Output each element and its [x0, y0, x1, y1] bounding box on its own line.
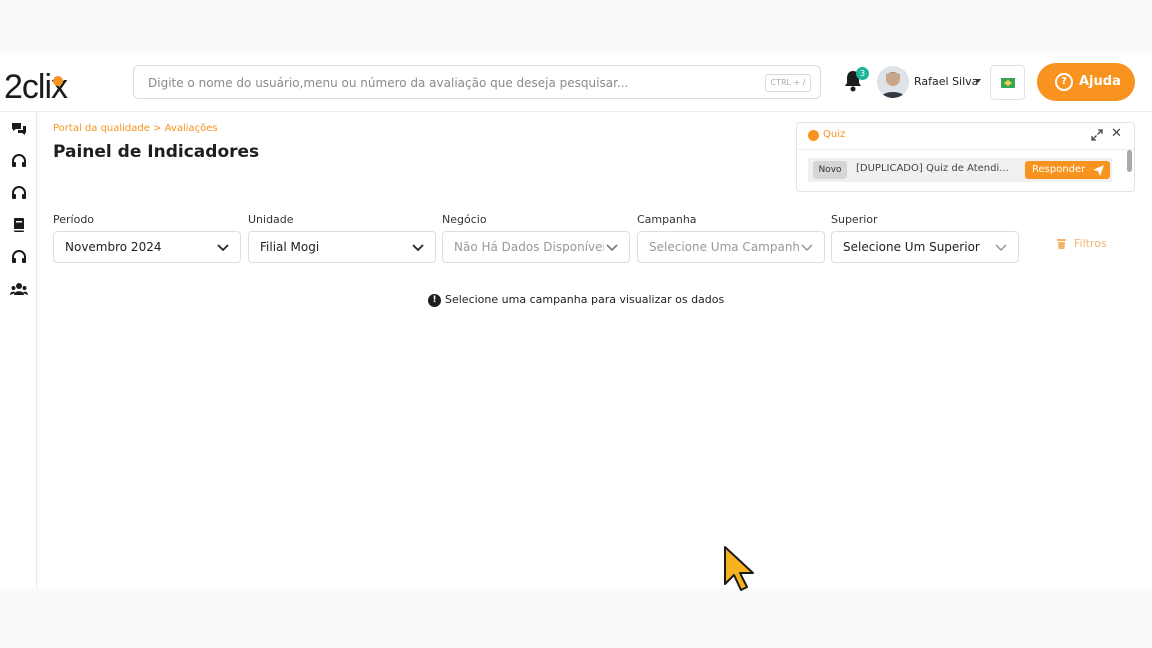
book-icon[interactable]: [10, 216, 28, 234]
search-input[interactable]: [146, 66, 750, 100]
logo[interactable]: 2clix: [4, 67, 84, 107]
superior-select[interactable]: Selecione Um Superior: [831, 231, 1019, 263]
help-label: Ajuda: [1079, 74, 1121, 89]
mouse-cursor-icon: [724, 546, 754, 591]
filter-label: Unidade: [248, 213, 294, 226]
filter-label: Campanha: [637, 213, 697, 226]
help-button[interactable]: ? Ajuda: [1037, 63, 1135, 101]
quiz-icon: [808, 130, 819, 141]
caret-down-icon: [975, 79, 981, 83]
filtros-label: Filtros: [1074, 237, 1107, 250]
chat-icon[interactable]: [10, 120, 28, 138]
quiz-header: Quiz ✕: [797, 123, 1134, 150]
select-value: Filial Mogi: [260, 240, 320, 254]
quiz-panel: Quiz ✕ Novo [DUPLICADO] Quiz de Atendi..…: [796, 122, 1135, 192]
filter-label: Superior: [831, 213, 878, 226]
user-name: Rafael Silva: [914, 75, 979, 88]
logo-dot: [53, 76, 63, 86]
sidebar: [0, 112, 37, 588]
chevron-down-icon: [412, 244, 424, 252]
alert-icon: !: [428, 294, 441, 307]
avatar: [877, 66, 909, 98]
periodo-select[interactable]: Novembro 2024: [53, 231, 241, 263]
app-window: 2clix CTRL + / 3 Rafael Silva ?: [0, 55, 1152, 591]
quiz-scrollbar[interactable]: [1127, 150, 1132, 172]
search-shortcut: CTRL + /: [765, 74, 811, 92]
respond-label: Responder: [1032, 164, 1086, 175]
logo-text: 2clix: [4, 68, 68, 106]
quiz-item-title: [DUPLICADO] Quiz de Atendi...: [856, 163, 1009, 174]
respond-button[interactable]: Responder: [1025, 161, 1110, 179]
unidade-select[interactable]: Filial Mogi: [248, 231, 436, 263]
select-value: Não Há Dados Disponíveis: [454, 240, 604, 254]
quiz-title: Quiz: [823, 129, 846, 140]
search-bar[interactable]: CTRL + /: [133, 65, 821, 100]
select-value: Selecione Uma Campanha: [649, 240, 799, 254]
language-button[interactable]: [990, 65, 1025, 100]
top-margin: [0, 0, 1152, 55]
breadcrumb[interactable]: Portal da qualidade > Avaliações: [53, 123, 218, 134]
filter-label: Negócio: [442, 213, 487, 226]
chevron-down-icon: [217, 244, 229, 252]
headset-icon[interactable]: [10, 152, 28, 170]
filter-label: Período: [53, 213, 95, 226]
chevron-down-icon: [801, 244, 813, 252]
bottom-margin: [0, 588, 1152, 648]
campanha-select[interactable]: Selecione Uma Campanha: [637, 231, 825, 263]
question-icon: ?: [1055, 73, 1073, 91]
quiz-item: Novo [DUPLICADO] Quiz de Atendi... Respo…: [808, 158, 1112, 182]
clear-filters-button[interactable]: Filtros: [1056, 237, 1116, 253]
send-icon: [1093, 165, 1104, 176]
trash-icon: [1057, 239, 1066, 249]
page-title: Painel de Indicadores: [53, 142, 260, 162]
chevron-down-icon: [995, 244, 1007, 252]
notice-text: Selecione uma campanha para visualizar o…: [445, 293, 725, 306]
headset-icon[interactable]: [10, 248, 28, 266]
users-icon[interactable]: [10, 280, 28, 298]
chevron-down-icon: [606, 244, 618, 252]
brazil-flag-icon: [1001, 78, 1015, 88]
select-value: Novembro 2024: [65, 240, 162, 254]
user-menu[interactable]: Rafael Silva: [877, 66, 989, 98]
negocio-select[interactable]: Não Há Dados Disponíveis: [442, 231, 630, 263]
select-value: Selecione Um Superior: [843, 240, 980, 254]
header-divider: [0, 111, 1152, 112]
notification-badge: 3: [856, 67, 869, 80]
expand-icon[interactable]: [1091, 129, 1103, 141]
close-icon[interactable]: ✕: [1111, 126, 1122, 141]
new-badge: Novo: [813, 161, 847, 179]
headset-icon[interactable]: [10, 184, 28, 202]
